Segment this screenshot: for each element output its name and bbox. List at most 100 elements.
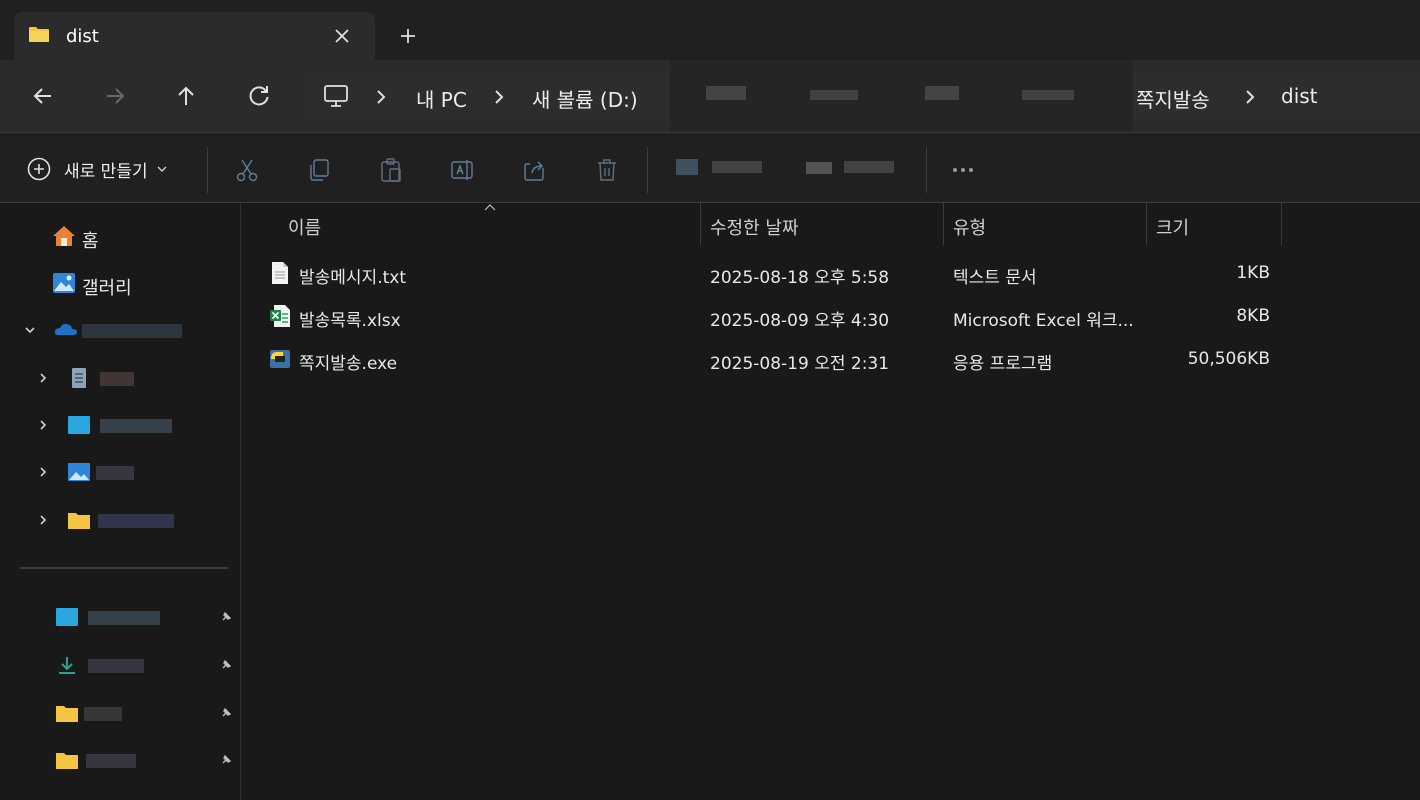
refresh-icon[interactable]	[245, 82, 273, 110]
quick-access-item[interactable]	[0, 601, 238, 635]
paste-icon[interactable]	[378, 157, 404, 183]
file-name: 발송메시지.txt	[299, 268, 406, 288]
home-icon	[53, 226, 75, 246]
tab-title: dist	[66, 26, 99, 47]
sidebar-item-folder[interactable]	[0, 504, 238, 538]
redacted-label	[88, 611, 160, 625]
python-exe-icon	[270, 350, 290, 368]
arrow-left-icon[interactable]	[29, 82, 57, 110]
column-header-label: 크기	[1156, 218, 1190, 239]
column-header-name[interactable]: 이름	[241, 203, 700, 245]
breadcrumb-volume-d[interactable]: 새 볼륨 (D:)	[532, 84, 638, 113]
sidebar-item-gallery[interactable]: 갤러리	[0, 267, 238, 301]
sidebar-item-onedrive[interactable]	[0, 314, 238, 348]
breadcrumb-jjokji[interactable]: 쪽지발송	[1136, 84, 1210, 113]
pin-icon[interactable]	[220, 707, 232, 719]
breadcrumb-redacted	[670, 60, 1133, 132]
column-header-type[interactable]: 유형	[944, 203, 1146, 245]
navigation-bar: 내 PC 새 볼륨 (D:) 쪽지발송 dist	[0, 60, 1420, 132]
column-resizer[interactable]	[1281, 203, 1282, 245]
redacted-label	[100, 372, 134, 386]
sidebar-item-desktop[interactable]	[0, 409, 238, 443]
file-row[interactable]: 쪽지발송.exe 2025-08-19 오전 2:31 응용 프로그램 50,5…	[241, 340, 1420, 380]
file-row[interactable]: 발송메시지.txt 2025-08-18 오후 5:58 텍스트 문서 1KB	[241, 254, 1420, 294]
plus-circle-icon	[27, 157, 51, 181]
redacted-label	[84, 707, 122, 721]
more-icon[interactable]	[950, 157, 976, 183]
file-type: 응용 프로그램	[953, 354, 1053, 374]
file-type: Microsoft Excel 워크...	[953, 311, 1133, 331]
file-modified: 2025-08-18 오후 5:58	[710, 268, 890, 288]
column-header-modified[interactable]: 수정한 날짜	[701, 203, 943, 245]
chevron-right-icon[interactable]	[36, 418, 50, 432]
sidebar-item-documents[interactable]	[0, 362, 238, 396]
file-row[interactable]: 발송목록.xlsx 2025-08-09 오후 4:30 Microsoft E…	[241, 297, 1420, 337]
column-header-size[interactable]: 크기	[1147, 203, 1281, 245]
sidebar-item-label: 홈	[82, 231, 99, 252]
breadcrumb-dist[interactable]: dist	[1281, 84, 1318, 108]
desktop-icon	[68, 416, 90, 434]
file-size: 8KB	[1236, 306, 1270, 326]
chevron-right-icon[interactable]	[36, 513, 50, 527]
monitor-icon	[324, 85, 348, 107]
folder-icon	[29, 27, 49, 42]
excel-file-icon	[270, 305, 290, 327]
sidebar-divider	[20, 567, 228, 569]
folder-icon	[56, 753, 78, 769]
chevron-right-icon[interactable]	[36, 371, 50, 385]
new-button-label: 새로 만들기	[64, 161, 148, 182]
desktop-icon	[56, 608, 78, 626]
file-modified: 2025-08-19 오전 2:31	[710, 354, 890, 374]
cloud-icon	[54, 323, 77, 335]
column-header-label: 유형	[953, 218, 987, 239]
chevron-right-icon[interactable]	[492, 88, 506, 106]
chevron-right-icon[interactable]	[374, 88, 388, 106]
chevron-right-icon[interactable]	[1243, 88, 1257, 106]
pin-icon[interactable]	[220, 754, 232, 766]
tab-dist[interactable]: dist	[14, 12, 375, 60]
sort-button-redacted[interactable]	[676, 159, 766, 177]
sidebar-item-home[interactable]: 홈	[0, 220, 238, 254]
redacted-label	[88, 659, 144, 673]
command-bar: 새로 만들기	[0, 132, 1420, 203]
download-icon	[59, 657, 75, 674]
file-type: 텍스트 문서	[953, 268, 1037, 288]
redacted-label	[96, 466, 134, 480]
quick-access-item[interactable]	[0, 649, 238, 683]
divider	[647, 147, 648, 193]
chevron-right-icon[interactable]	[36, 465, 50, 479]
folder-icon	[68, 513, 90, 529]
delete-icon[interactable]	[594, 157, 620, 183]
chevron-down-icon[interactable]	[23, 323, 37, 337]
title-bar: dist	[0, 0, 1420, 60]
copy-icon[interactable]	[306, 157, 332, 183]
divider	[926, 147, 927, 193]
gallery-icon	[53, 273, 75, 293]
quick-access-item[interactable]	[0, 744, 238, 778]
column-header-label: 이름	[288, 218, 322, 239]
quick-access-item[interactable]	[0, 697, 238, 731]
rename-icon[interactable]	[450, 157, 476, 183]
plus-icon[interactable]	[396, 24, 420, 48]
file-size: 1KB	[1236, 263, 1270, 283]
file-size: 50,506KB	[1187, 349, 1270, 369]
view-button-redacted[interactable]	[806, 159, 900, 177]
pictures-icon	[68, 463, 90, 481]
sidebar-item-pictures[interactable]	[0, 456, 238, 490]
pin-icon[interactable]	[220, 611, 232, 623]
share-icon[interactable]	[522, 157, 548, 183]
new-button[interactable]: 새로 만들기	[26, 155, 168, 183]
column-header-label: 수정한 날짜	[710, 218, 799, 239]
arrow-right-icon[interactable]	[101, 82, 129, 110]
pin-icon[interactable]	[220, 659, 232, 671]
arrow-up-icon[interactable]	[172, 82, 200, 110]
folder-icon	[56, 706, 78, 722]
sidebar-item-label: 갤러리	[82, 278, 132, 299]
file-list: 이름 수정한 날짜 유형 크기 발송메시지.txt 2025-08-18 오후 …	[241, 203, 1420, 800]
chevron-down-icon	[157, 166, 167, 172]
breadcrumb-my-pc[interactable]: 내 PC	[416, 84, 467, 113]
redacted-label	[98, 514, 174, 528]
close-icon[interactable]	[330, 24, 354, 48]
redacted-label	[100, 419, 172, 433]
cut-icon[interactable]	[234, 157, 260, 183]
